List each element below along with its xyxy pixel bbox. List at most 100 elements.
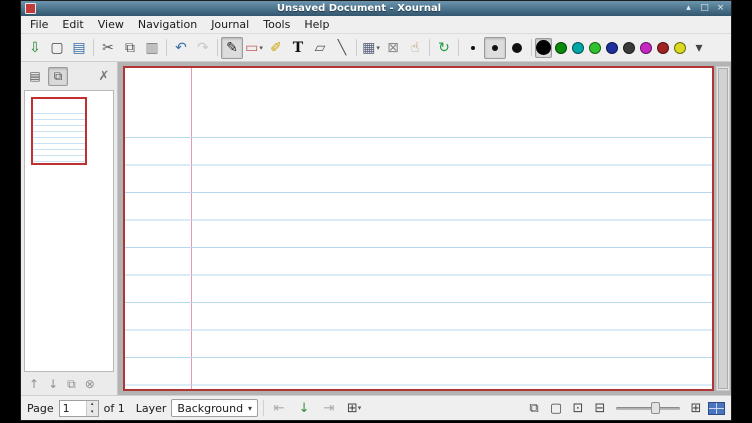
zoom-slider[interactable] xyxy=(616,400,680,416)
color-blue-button[interactable] xyxy=(603,38,620,58)
toolbar-separator xyxy=(166,39,167,56)
color-red-button[interactable] xyxy=(654,38,671,58)
menu-item-navigation[interactable]: Navigation xyxy=(131,17,204,32)
hand-tool-button[interactable]: ☝ xyxy=(404,37,426,59)
zoom-slider-track[interactable] xyxy=(616,407,680,410)
zoom-in-button[interactable]: ⊞ xyxy=(686,399,706,418)
menu-item-tools[interactable]: Tools xyxy=(256,17,297,32)
menu-item-view[interactable]: View xyxy=(91,17,131,32)
sidebar-bottom-toolbar: ↑ ↓ ⧉ ⊗ xyxy=(21,372,117,395)
new-document-button[interactable]: ▢ xyxy=(46,37,68,59)
zoom-out-button[interactable]: ⊟ xyxy=(590,399,610,418)
move-page-up-button[interactable]: ↑ xyxy=(29,378,39,390)
page-thumbnail[interactable] xyxy=(31,97,87,165)
menu-item-file[interactable]: File xyxy=(23,17,55,32)
page-spin-up-button[interactable]: ▴ xyxy=(87,401,98,409)
highlighter-tool-button[interactable]: ✐ xyxy=(265,37,287,59)
new-page-dropdown-button[interactable]: ⊞ ▾ xyxy=(344,399,364,418)
page-container xyxy=(123,66,714,391)
color-black-button[interactable] xyxy=(535,38,552,58)
toolbar-separator xyxy=(531,39,532,56)
new-page-icon: ⊞ xyxy=(347,402,358,415)
menu-item-help[interactable]: Help xyxy=(297,17,336,32)
zoom-fit-button[interactable]: ⊡ xyxy=(568,399,588,418)
color-lightgreen-button[interactable] xyxy=(586,38,603,58)
pen-tool-button[interactable]: ✎ xyxy=(221,37,243,59)
delete-page-button[interactable]: ⊗ xyxy=(85,378,95,390)
toolbar-separator xyxy=(217,39,218,56)
last-page-button[interactable]: ⇥ xyxy=(319,399,339,418)
single-page-view-button[interactable]: ▢ xyxy=(546,399,566,418)
menu-item-journal[interactable]: Journal xyxy=(204,17,256,32)
default-pen-icon: ↻ xyxy=(438,41,450,55)
pen-size-thick-button[interactable] xyxy=(506,37,528,59)
toolbar-separator xyxy=(429,39,430,56)
maximize-window-button[interactable]: □ xyxy=(698,3,711,15)
undo-icon: ↶ xyxy=(175,41,187,55)
copy-button[interactable]: ⧉ xyxy=(119,37,141,59)
page-spinner-value[interactable]: 1 xyxy=(60,401,86,416)
duplicate-page-button[interactable]: ⧉ xyxy=(67,378,76,390)
paper-style-button[interactable]: ▦▾ xyxy=(360,37,382,59)
color-magenta-button[interactable] xyxy=(637,38,654,58)
color-chooser-icon: ▾ xyxy=(695,41,702,55)
main-toolbar: ⇩▢▤✂⧉▥↶↷✎▭▾✐T▱╲▦▾⊠☝↻▾ xyxy=(21,34,731,62)
pen-size-medium-button[interactable] xyxy=(484,37,506,59)
move-page-down-button[interactable]: ↓ xyxy=(48,378,58,390)
layer-select[interactable]: Background ▾ xyxy=(171,399,258,417)
paper-style-icon: ▦ xyxy=(362,41,375,55)
save-button[interactable]: ⇩ xyxy=(24,37,46,59)
select-region-button[interactable]: ⊠ xyxy=(382,37,404,59)
paste-button[interactable]: ▥ xyxy=(141,37,163,59)
open-button[interactable]: ▤ xyxy=(68,37,90,59)
next-page-button[interactable]: ↓ xyxy=(294,399,314,418)
grid-view-button[interactable] xyxy=(708,402,725,415)
color-chooser-button[interactable]: ▾ xyxy=(688,37,710,59)
statusbar-separator xyxy=(263,400,264,416)
zoom-slider-handle[interactable] xyxy=(651,402,660,414)
undo-button[interactable]: ↶ xyxy=(170,37,192,59)
window-title: Unsaved Document - Xournal xyxy=(39,1,679,16)
color-green-icon xyxy=(555,42,567,54)
chevron-down-icon: ▾ xyxy=(248,404,252,413)
page-spin-down-button[interactable]: ▾ xyxy=(87,408,98,416)
chevron-down-icon: ▾ xyxy=(376,44,380,52)
page-label: Page xyxy=(27,402,54,415)
text-tool-icon: T xyxy=(293,41,303,55)
cut-button[interactable]: ✂ xyxy=(97,37,119,59)
page-spinner[interactable]: 1 ▴ ▾ xyxy=(59,400,99,417)
default-pen-button[interactable]: ↻ xyxy=(433,37,455,59)
content-area: ▤ ⧉ ✗ ↑ ↓ ⧉ ⊗ xyxy=(21,62,731,395)
copy-icon: ⧉ xyxy=(125,41,135,55)
sidebar-close-icon[interactable]: ✗ xyxy=(95,69,113,84)
ruler-tool-button[interactable]: ╲ xyxy=(331,37,353,59)
shade-window-button[interactable]: ▴ xyxy=(682,3,695,15)
chevron-down-icon: ▾ xyxy=(259,44,263,52)
first-page-button[interactable]: ⇤ xyxy=(269,399,289,418)
scrollbar-thumb[interactable] xyxy=(718,68,728,389)
color-gray-button[interactable] xyxy=(620,38,637,58)
eraser-tool-button[interactable]: ▭▾ xyxy=(243,37,265,59)
color-magenta-icon xyxy=(640,42,652,54)
close-window-button[interactable]: × xyxy=(714,3,727,15)
redo-button[interactable]: ↷ xyxy=(192,37,214,59)
color-gray-icon xyxy=(623,42,635,54)
status-bar: Page 1 ▴ ▾ of 1 Layer Background ▾ ⇤ ↓ ⇥… xyxy=(21,395,731,420)
color-teal-button[interactable] xyxy=(569,38,586,58)
text-tool-button[interactable]: T xyxy=(287,37,309,59)
shape-recognizer-icon: ▱ xyxy=(315,41,326,55)
new-document-icon: ▢ xyxy=(50,41,63,55)
menu-item-edit[interactable]: Edit xyxy=(55,17,90,32)
journal-page[interactable] xyxy=(123,66,714,391)
sidebar-layers-tab[interactable]: ⧉ xyxy=(48,67,68,86)
cut-icon: ✂ xyxy=(102,41,114,55)
color-yellow-button[interactable] xyxy=(671,38,688,58)
title-bar[interactable]: Unsaved Document - Xournal ▴ □ × xyxy=(21,1,731,16)
vertical-scrollbar[interactable] xyxy=(716,66,730,391)
shape-recognizer-button[interactable]: ▱ xyxy=(309,37,331,59)
color-green-button[interactable] xyxy=(552,38,569,58)
dual-page-view-button[interactable]: ⧉ xyxy=(524,399,544,418)
pen-size-fine-button[interactable] xyxy=(462,37,484,59)
layer-label: Layer xyxy=(136,402,167,415)
sidebar-pages-tab[interactable]: ▤ xyxy=(25,67,45,86)
